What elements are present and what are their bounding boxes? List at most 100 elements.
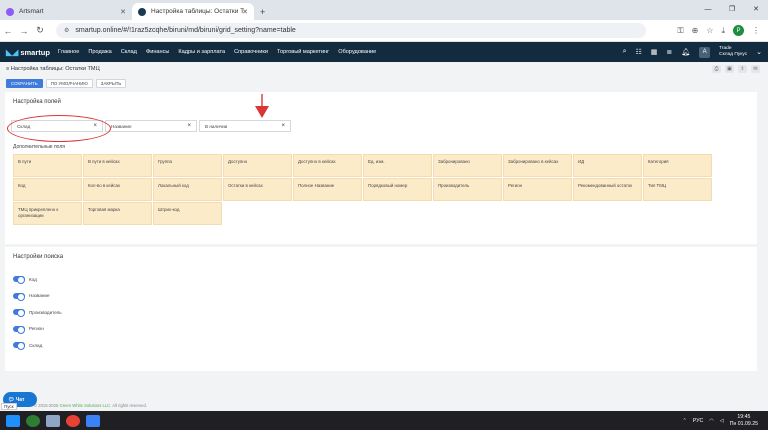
- browser-tab-artsmart[interactable]: Artsmart ✕: [0, 3, 132, 20]
- print-icon[interactable]: ⎙: [712, 65, 721, 73]
- files-icon[interactable]: [46, 414, 60, 427]
- toggle-switch[interactable]: [13, 292, 25, 301]
- toggle-switch[interactable]: [13, 342, 25, 351]
- close-tab-icon[interactable]: ✕: [120, 8, 126, 16]
- new-tab-icon[interactable]: +: [260, 7, 265, 17]
- menu-item-references[interactable]: Справочники: [234, 49, 268, 55]
- browser-tab-grid-setting[interactable]: Настройка таблицы: Остатки Т ✕: [132, 3, 254, 20]
- additional-field-cell[interactable]: Локальный код: [153, 178, 222, 201]
- additional-field-cell[interactable]: Доступно: [223, 154, 292, 177]
- forward-icon[interactable]: →: [16, 26, 32, 36]
- profile-avatar[interactable]: P: [733, 25, 744, 36]
- menu-item-warehouse[interactable]: Склад: [121, 49, 137, 55]
- browser-menu-icon[interactable]: ⋮: [752, 26, 760, 35]
- additional-field-cell[interactable]: Доступно в кейсах: [293, 154, 362, 177]
- search-setting-row: Название: [13, 288, 62, 305]
- share-icon[interactable]: ⇪: [738, 65, 747, 73]
- additional-field-cell[interactable]: Забронировано: [433, 154, 502, 177]
- menu-item-sales[interactable]: Продажа: [88, 49, 111, 55]
- page-content: ≡ Настройка таблицы: Остатки ТМЦ ⎙ ▣ ⇪ ✉…: [0, 62, 768, 411]
- additional-field-cell[interactable]: Группа: [153, 154, 222, 177]
- logo-mark-icon: ◣◢: [6, 47, 19, 57]
- footer-company-link[interactable]: Green White Solutions LLC: [59, 403, 110, 408]
- minimize-icon[interactable]: —: [696, 0, 720, 18]
- additional-field-cell[interactable]: Забронировано в кейсах: [503, 154, 572, 177]
- additional-field-cell[interactable]: В пути: [13, 154, 82, 177]
- chevron-down-icon[interactable]: ⌄: [756, 48, 762, 56]
- default-button[interactable]: ПО УМОЛЧАНИЮ: [45, 79, 93, 88]
- volume-icon[interactable]: ◁: [720, 418, 724, 424]
- selected-field-in-stock[interactable]: В наличии ×: [199, 120, 291, 132]
- zoom-icon[interactable]: ⊕: [692, 26, 699, 35]
- url-text: smartup.online/#/!1raz5zcqhe/biruni/md/b…: [75, 27, 296, 34]
- wifi-icon[interactable]: ◠: [709, 418, 714, 424]
- announce-icon[interactable]: ✉: [751, 65, 760, 73]
- toggle-switch[interactable]: [13, 309, 25, 318]
- additional-field-cell[interactable]: Регион: [503, 178, 572, 201]
- additional-field-cell[interactable]: Ед. изм.: [363, 154, 432, 177]
- fields-settings-card: Настройка полей Склад × Название × В нал…: [5, 92, 757, 244]
- site-info-icon[interactable]: ⚙: [64, 27, 69, 34]
- reload-icon[interactable]: ↻: [32, 25, 48, 36]
- page-title: ≡ Настройка таблицы: Остатки ТМЦ: [6, 66, 100, 72]
- close-button[interactable]: ЗАКРЫТЬ: [95, 79, 127, 88]
- toggle-switch[interactable]: [13, 325, 25, 334]
- additional-field-cell[interactable]: Категория: [643, 154, 712, 177]
- toggle-switch[interactable]: [13, 276, 25, 285]
- additional-field-cell[interactable]: Порядковый номер: [363, 178, 432, 201]
- menu-item-marketing[interactable]: Торговый маркетинг: [277, 49, 329, 55]
- search-setting-label: Название: [29, 293, 50, 299]
- close-tab-icon[interactable]: ✕: [242, 8, 248, 16]
- artsmart-favicon-icon: [6, 7, 14, 16]
- additional-fields-grid: В пути В пути в кейсах Группа Доступно Досту…: [13, 154, 712, 225]
- additional-field-cell[interactable]: Кол-во в кейсах: [83, 178, 152, 201]
- additional-field-cell[interactable]: Торговая марка: [83, 202, 152, 225]
- address-bar[interactable]: ⚙ smartup.online/#/!1raz5zcqhe/biruni/md…: [56, 23, 646, 38]
- additional-field-cell[interactable]: Штрих-код: [153, 202, 222, 225]
- password-key-icon[interactable]: ⚿: [677, 26, 683, 36]
- apps-icon[interactable]: ▦: [651, 48, 658, 56]
- additional-field-cell[interactable]: Остатки в кейсах: [223, 178, 292, 201]
- menu-item-finance[interactable]: Финансы: [146, 49, 169, 55]
- additional-field-cell[interactable]: Тип ТМЦ: [643, 178, 712, 201]
- search-setting-row: Склад: [13, 337, 62, 354]
- list-icon[interactable]: ≣: [666, 48, 672, 56]
- app-icon[interactable]: [86, 414, 100, 427]
- search-settings-card: Настройки поиска Код Название Производител…: [5, 247, 757, 371]
- chrome-icon[interactable]: [66, 414, 80, 427]
- clock[interactable]: 19:45 Пн 01.09.25: [730, 414, 758, 427]
- grid-icon[interactable]: ☷: [635, 48, 641, 56]
- additional-field-cell[interactable]: ТМЦ прикреплено к организации: [13, 202, 82, 225]
- remove-field-icon[interactable]: ×: [281, 123, 285, 129]
- selected-field-name[interactable]: Название ×: [105, 120, 197, 132]
- additional-field-cell[interactable]: Производитель: [433, 178, 502, 201]
- additional-field-cell[interactable]: Полное Название: [293, 178, 362, 201]
- additional-field-cell[interactable]: В пути в кейсах: [83, 154, 152, 177]
- app-logo[interactable]: ◣◢ smartup: [0, 48, 52, 57]
- maximize-icon[interactable]: ❐: [720, 0, 744, 18]
- additional-field-cell[interactable]: ИД: [573, 154, 642, 177]
- app-icon[interactable]: [26, 414, 40, 427]
- bell-icon[interactable]: 🔔︎: [681, 48, 690, 56]
- download-icon[interactable]: ⤓: [721, 26, 725, 36]
- smartup-favicon-icon: [138, 7, 146, 16]
- tray-chevron-icon[interactable]: ⌃: [682, 418, 686, 424]
- remove-field-icon[interactable]: ×: [187, 123, 191, 129]
- additional-field-cell[interactable]: Код: [13, 178, 82, 201]
- additional-field-cell[interactable]: Рекомендованный остаток: [573, 178, 642, 201]
- start-windows-icon[interactable]: [6, 414, 20, 427]
- close-window-icon[interactable]: ✕: [744, 0, 768, 18]
- search-icon[interactable]: ⌕: [623, 48, 627, 56]
- menu-item-hr[interactable]: Кадры и зарплата: [178, 49, 225, 55]
- image-icon[interactable]: ▣: [725, 65, 734, 73]
- window-controls: — ❐ ✕: [696, 0, 768, 18]
- user-info[interactable]: Trade Склад Пукус: [719, 46, 747, 58]
- save-button[interactable]: СОХРАНИТЬ: [6, 79, 43, 88]
- avatar[interactable]: A: [699, 46, 711, 58]
- additional-fields-title: Дополнительные поля: [13, 144, 65, 150]
- language-indicator[interactable]: РУС: [693, 418, 703, 424]
- menu-item-main[interactable]: Главное: [58, 49, 79, 55]
- bookmark-star-icon[interactable]: ☆: [706, 26, 713, 35]
- menu-item-equipment[interactable]: Оборудование: [338, 49, 376, 55]
- back-icon[interactable]: ←: [0, 26, 16, 36]
